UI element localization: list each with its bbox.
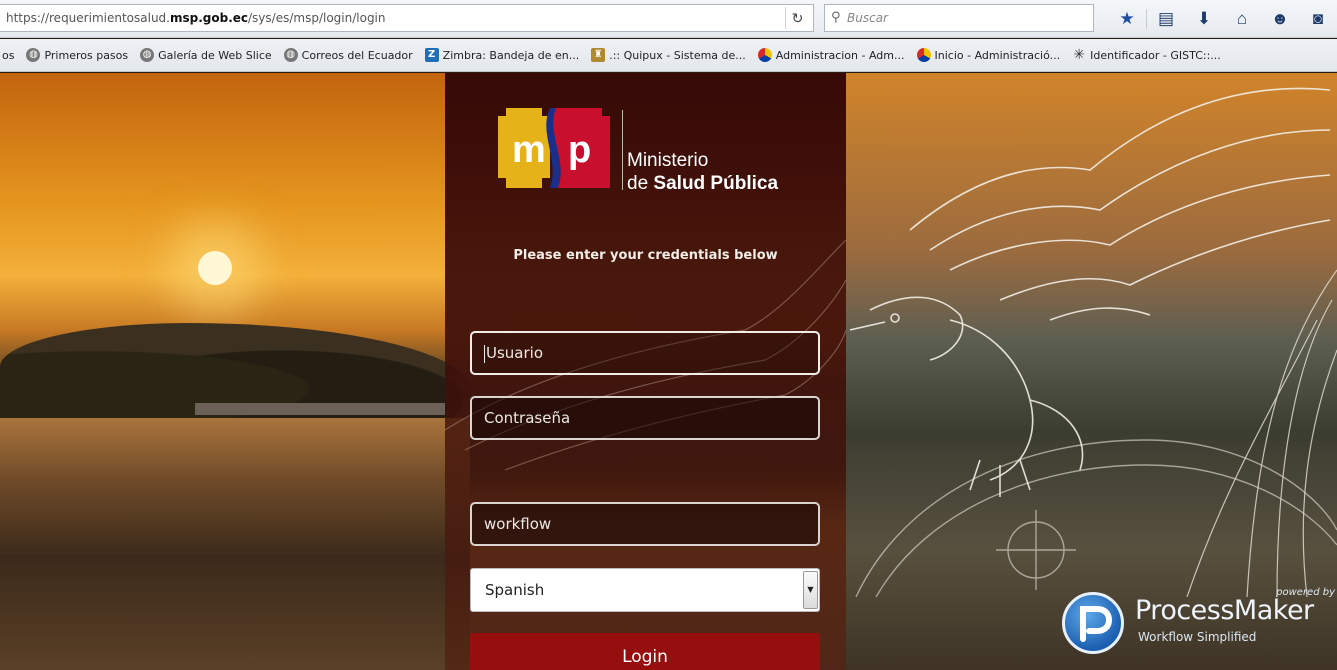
hello-chat-icon[interactable]: ☻ xyxy=(1261,6,1299,32)
bookmark-label: Primeros pasos xyxy=(44,48,129,62)
login-button[interactable]: Login xyxy=(470,633,820,670)
bookmark-star-icon[interactable]: ★ xyxy=(1108,6,1146,32)
chevron-down-icon[interactable]: ▼ xyxy=(803,571,818,609)
logo-divider xyxy=(622,110,623,190)
bookmark-item[interactable]: ◍ Primeros pasos xyxy=(26,48,128,62)
logo-mark-m: m xyxy=(512,129,546,171)
url-domain: msp.gob.ec xyxy=(169,11,249,25)
treeline-silhouette xyxy=(0,323,470,433)
processmaker-name: ProcessMaker xyxy=(1135,595,1314,626)
username-placeholder: Usuario xyxy=(486,344,544,362)
logo-line2-bold: Salud Pública xyxy=(653,173,779,194)
globe-icon: ◍ xyxy=(26,48,41,62)
bookmark-item[interactable]: ◍ Correos del Ecuador xyxy=(283,48,413,62)
workspace-input[interactable]: workflow xyxy=(470,502,820,546)
reload-icon[interactable]: ↻ xyxy=(785,7,809,29)
bookmark-item[interactable]: os xyxy=(2,49,14,62)
text-caret xyxy=(484,344,485,363)
zimbra-icon: Z xyxy=(424,48,439,62)
search-placeholder: Buscar xyxy=(847,11,888,25)
pocket-icon[interactable]: ◙ xyxy=(1299,6,1337,32)
address-bar[interactable]: https://requerimientosalud.msp.gob.ec/sy… xyxy=(0,4,814,32)
browser-toolbar: https://requerimientosalud.msp.gob.ec/sy… xyxy=(0,0,1337,38)
toolbar-icons: ★ ▤ ⬇ ⌂ ☻ ◙ xyxy=(1108,6,1337,32)
msp-logo: m p Ministerio de Salud Pública xyxy=(498,104,788,199)
search-icon: ⚲ xyxy=(831,10,841,25)
url-path: /sys/es/msp/login/login xyxy=(248,11,386,25)
bookmark-label: Correos del Ecuador xyxy=(301,48,413,62)
logo-mark-p: p xyxy=(568,129,591,171)
processmaker-tagline: Workflow Simplified xyxy=(1138,630,1257,644)
water-reflection xyxy=(0,418,470,670)
pier xyxy=(195,403,445,415)
bookmark-label: .:: Quipux - Sistema de... xyxy=(609,48,746,62)
bookmark-label: Galería de Web Slice xyxy=(158,48,272,62)
processmaker-badge: powered by ProcessMaker Workflow Simplif… xyxy=(1062,586,1337,670)
globe-icon: ◍ xyxy=(283,48,298,62)
password-input[interactable]: Contraseña xyxy=(470,396,820,440)
url-prefix: https://requerimientosalud. xyxy=(6,11,170,25)
sun-glow xyxy=(198,251,232,285)
username-input[interactable]: Usuario xyxy=(470,331,820,375)
bookmark-item[interactable]: Z Zimbra: Bandeja de en... xyxy=(424,48,580,62)
processmaker-logo-icon xyxy=(1062,592,1124,654)
credentials-prompt: Please enter your credentials below xyxy=(513,248,778,263)
home-icon[interactable]: ⌂ xyxy=(1223,6,1261,32)
admin-icon xyxy=(757,48,772,62)
logo-title-line2: de Salud Pública xyxy=(627,173,778,195)
processmaker-p-icon xyxy=(1080,606,1113,642)
globe-icon: ◍ xyxy=(140,48,155,62)
language-select[interactable]: Spanish ▼ xyxy=(470,568,820,612)
workspace-value: workflow xyxy=(484,515,552,533)
msp-logo-mark-icon: m p xyxy=(498,108,610,188)
password-placeholder: Contraseña xyxy=(484,409,571,427)
bookmark-item[interactable]: ◍ Galería de Web Slice xyxy=(140,48,272,62)
bookmark-label: os xyxy=(2,48,15,62)
palm-leaf-icon xyxy=(1186,269,1337,597)
download-icon[interactable]: ⬇ xyxy=(1185,6,1223,32)
language-selected: Spanish xyxy=(485,581,545,599)
logo-line2-prefix: de xyxy=(627,173,654,194)
bookmark-item[interactable]: ♜.:: Quipux - Sistema de... xyxy=(591,48,746,62)
browser-search-input[interactable]: ⚲ Buscar xyxy=(824,4,1094,32)
logo-title-line1: Ministerio xyxy=(627,150,709,171)
reading-list-icon[interactable]: ▤ xyxy=(1147,6,1185,32)
bookmark-label: Zimbra: Bandeja de en... xyxy=(442,48,580,62)
quipux-icon: ♜ xyxy=(591,48,606,62)
